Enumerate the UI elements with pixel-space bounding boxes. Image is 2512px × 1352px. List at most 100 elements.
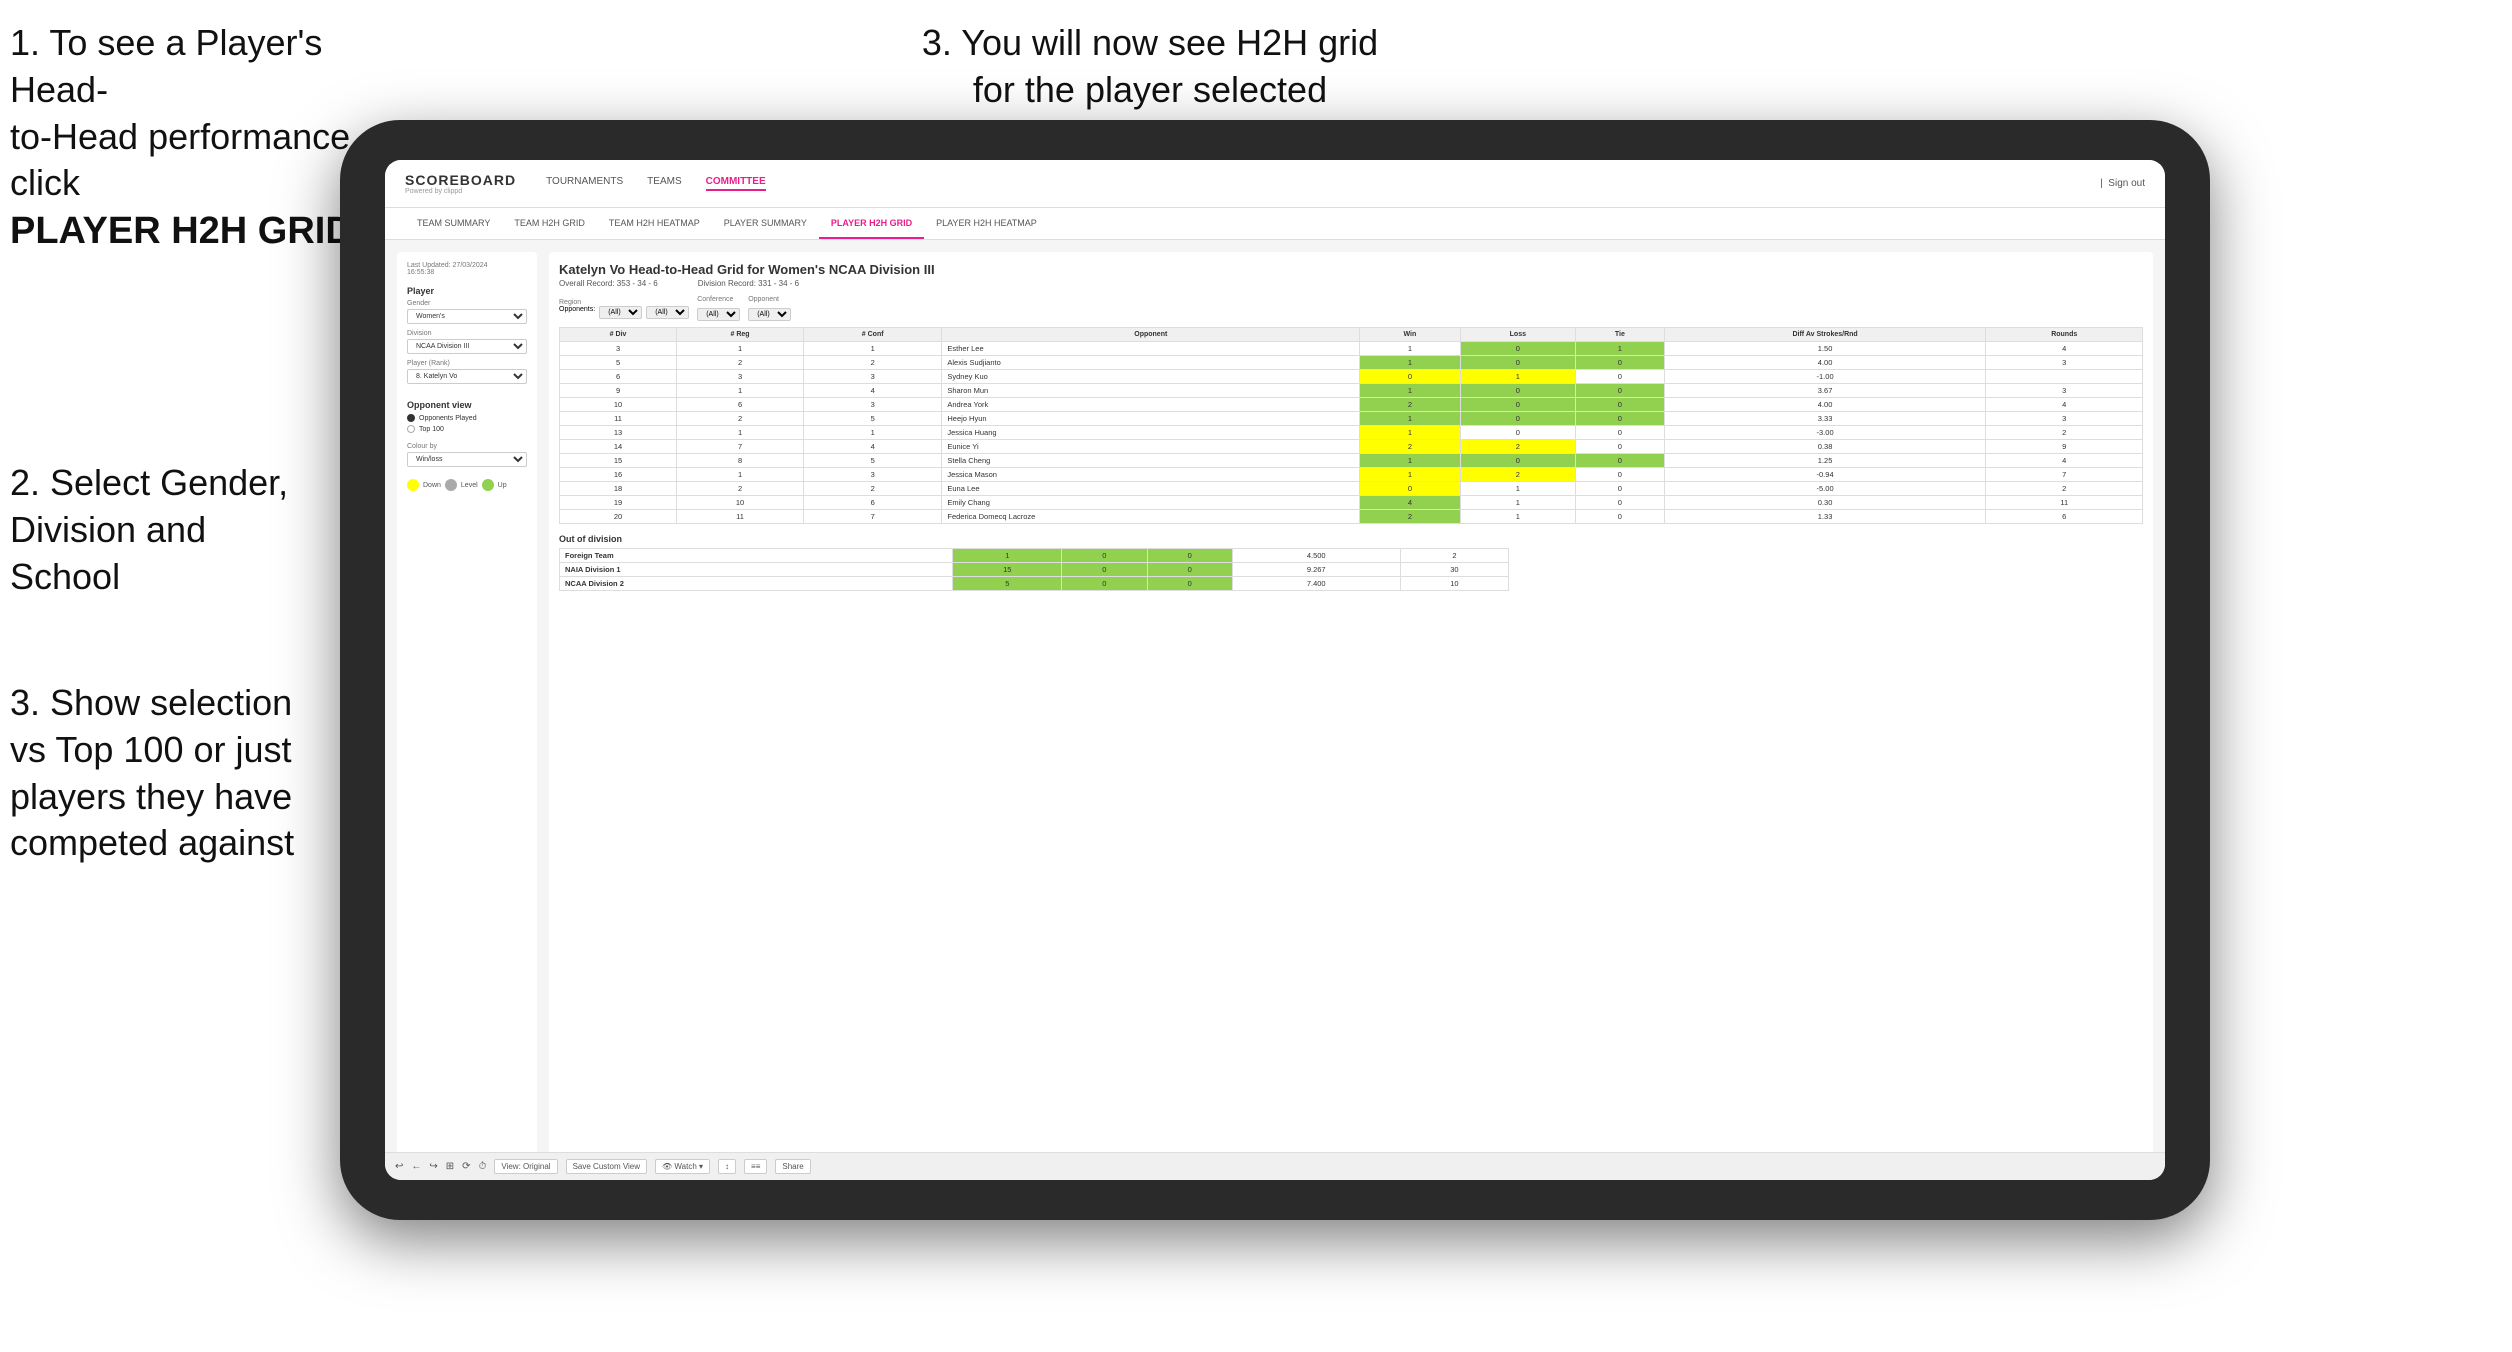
instruction-mid-left: 2. Select Gender,Division andSchool [10,460,330,600]
cell-reg: 2 [677,412,804,426]
app-logo: SCOREBOARD Powered by clippd [405,172,516,195]
sub-nav-team-h2h-heatmap[interactable]: TEAM H2H HEATMAP [597,208,712,239]
cell-rounds: 4 [1986,342,2143,356]
cell-div: 11 [560,412,677,426]
radio-top-100[interactable]: Top 100 [407,425,527,433]
toolbar-back[interactable]: ← [411,1161,421,1172]
sub-nav-team-h2h-grid[interactable]: TEAM H2H GRID [502,208,597,239]
cell-diff: 3.33 [1664,412,1986,426]
save-custom-view-btn[interactable]: Save Custom View [566,1159,647,1174]
division-label: Division [407,330,527,337]
colour-dot-up [482,479,494,491]
cell-opponent: Alexis Sudjianto [942,356,1360,370]
col-opponent: Opponent [942,328,1360,342]
gender-select[interactable]: Women's Men's [407,309,527,324]
cell-diff: 0.38 [1664,440,1986,454]
cell-conf: 1 [803,426,941,440]
division-select[interactable]: NCAA Division III NCAA Division I NCAA D… [407,339,527,354]
cell-conf: 2 [803,356,941,370]
cell-win: 1 [1360,468,1460,482]
out-of-division-title: Out of division [559,534,2143,544]
sub-nav-player-summary[interactable]: PLAYER SUMMARY [712,208,819,239]
cell-win: 1 [1360,426,1460,440]
colour-label-up: Up [498,482,507,489]
colour-by-select[interactable]: Win/loss [407,452,527,467]
opponent-select[interactable]: (All) [748,308,791,321]
view-original-btn[interactable]: View: Original [494,1159,557,1174]
cell-reg: 2 [677,356,804,370]
cell-reg: 7 [677,440,804,454]
player-select[interactable]: 8. Katelyn Vo [407,369,527,384]
ood-label: NAIA Division 1 [560,563,953,577]
cell-tie: 0 [1576,468,1665,482]
cell-opponent: Federica Domecq Lacroze [942,510,1360,524]
sub-nav-player-h2h-heatmap[interactable]: PLAYER H2H HEATMAP [924,208,1049,239]
conference-select[interactable]: (All) [697,308,740,321]
cell-rounds: 9 [1986,440,2143,454]
radio-opponents-played[interactable]: Opponents Played [407,414,527,422]
layout-btn[interactable]: ↕ [718,1159,736,1174]
region-select[interactable]: (All) [646,306,689,319]
colour-dot-down [407,479,419,491]
region-label: Region [559,299,689,306]
cell-diff: -5.00 [1664,482,1986,496]
col-div: # Div [560,328,677,342]
toolbar-grid[interactable]: ⊞ [446,1161,454,1172]
cell-loss: 1 [1460,482,1575,496]
cell-div: 14 [560,440,677,454]
nav-links: TOURNAMENTS TEAMS COMMITTEE [546,176,2100,191]
radio-dot-opponents-played [407,414,415,422]
toolbar-redo[interactable]: ↪ [429,1161,437,1172]
logo-title: SCOREBOARD [405,172,516,188]
table-row: 5 2 2 Alexis Sudjianto 1 0 0 4.00 3 [560,356,2143,370]
cell-opponent: Jessica Mason [942,468,1360,482]
cell-rounds: 11 [1986,496,2143,510]
cell-opponent: Euna Lee [942,482,1360,496]
cell-reg: 3 [677,370,804,384]
colour-section: Colour by Win/loss Down Level Up [407,443,527,491]
nav-tournaments[interactable]: TOURNAMENTS [546,176,623,191]
cell-tie: 0 [1576,370,1665,384]
cell-conf: 5 [803,412,941,426]
cell-loss: 1 [1460,496,1575,510]
cell-reg: 8 [677,454,804,468]
instruction-top-right: 3. You will now see H2H gridfor the play… [900,20,1400,114]
cell-opponent: Jessica Huang [942,426,1360,440]
division-record: Division Record: 331 - 34 - 6 [698,279,799,288]
watch-btn[interactable]: 👁 Watch ▾ [655,1159,710,1174]
cell-rounds: 4 [1986,454,2143,468]
lines-btn[interactable]: ≡≡ [744,1159,767,1174]
nav-teams[interactable]: TEAMS [647,176,681,191]
table-row: 10 6 3 Andrea York 2 0 0 4.00 4 [560,398,2143,412]
cell-diff: 1.50 [1664,342,1986,356]
nav-committee[interactable]: COMMITTEE [706,176,766,191]
cell-tie: 0 [1576,398,1665,412]
ood-row: Foreign Team 1 0 0 4.500 2 [560,549,1509,563]
sub-nav-team-summary[interactable]: TEAM SUMMARY [405,208,502,239]
cell-rounds: 3 [1986,384,2143,398]
ood-rounds: 10 [1400,577,1509,591]
opponents-select[interactable]: (All) [599,306,642,319]
nav-sign-out[interactable]: | Sign out [2100,178,2145,189]
col-diff: Diff Av Strokes/Rnd [1664,328,1986,342]
cell-div: 15 [560,454,677,468]
toolbar-undo[interactable]: ↩ [395,1161,403,1172]
cell-div: 10 [560,398,677,412]
sub-nav-player-h2h-grid[interactable]: PLAYER H2H GRID [819,208,924,239]
share-btn[interactable]: Share [775,1159,810,1174]
toolbar-refresh[interactable]: ⟳ [462,1161,470,1172]
col-reg: # Reg [677,328,804,342]
cell-win: 2 [1360,398,1460,412]
cell-diff: -0.94 [1664,468,1986,482]
cell-rounds: 3 [1986,356,2143,370]
table-row: 13 1 1 Jessica Huang 1 0 0 -3.00 2 [560,426,2143,440]
table-row: 18 2 2 Euna Lee 0 1 0 -5.00 2 [560,482,2143,496]
cell-tie: 0 [1576,356,1665,370]
toolbar-clock[interactable]: ⏱ [479,1161,487,1172]
cell-conf: 3 [803,398,941,412]
cell-rounds: 4 [1986,398,2143,412]
ood-label: Foreign Team [560,549,953,563]
ood-rounds: 30 [1400,563,1509,577]
cell-div: 18 [560,482,677,496]
ood-win: 15 [953,563,1062,577]
